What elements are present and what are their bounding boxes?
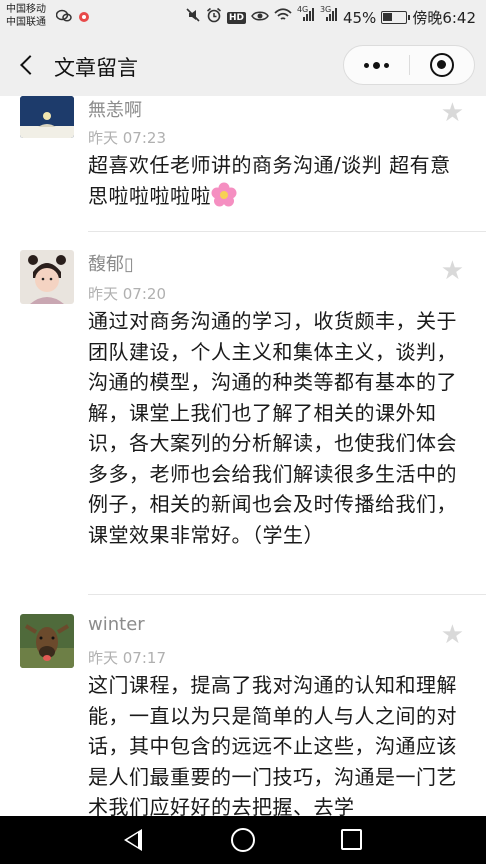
comment-author: 馥郁▯ bbox=[88, 254, 134, 275]
notification-icons bbox=[55, 9, 90, 28]
comment-divider bbox=[88, 231, 486, 232]
signal-1-label: 4G bbox=[296, 5, 309, 14]
chevron-left-icon bbox=[20, 55, 40, 75]
avatar[interactable] bbox=[20, 614, 74, 668]
nav-bar: 文章留言 bbox=[0, 34, 486, 96]
system-nav-bar bbox=[0, 816, 486, 864]
comment-list[interactable]: 無恙啊 ★ 昨天 07:23 超喜欢任老师讲的商务沟通/谈判 超有意思啦啦啦啦啦 bbox=[0, 96, 486, 816]
avatar[interactable] bbox=[20, 96, 74, 138]
like-star-icon[interactable]: ★ bbox=[441, 258, 464, 284]
wifi-icon bbox=[274, 8, 292, 27]
status-right: HD 4G 3G 45% 傍晚6:42 bbox=[185, 5, 476, 28]
flower-emoji-icon bbox=[211, 182, 237, 208]
eye-icon bbox=[251, 9, 269, 27]
comment-divider bbox=[88, 594, 486, 595]
carrier-2: 中国联通 bbox=[6, 17, 46, 28]
battery-percent: 45% bbox=[342, 8, 377, 27]
nav-home-icon[interactable] bbox=[231, 828, 255, 852]
nav-back-icon[interactable] bbox=[124, 829, 142, 851]
comment-author: winter bbox=[88, 614, 145, 635]
nav-recent-apps-icon[interactable] bbox=[341, 829, 362, 850]
comment-text: 这门课程，提高了我对沟通的认知和理解能，一直以为只是简单的人与人之间的对话，其中… bbox=[88, 673, 457, 816]
comment-time: 昨天 07:17 bbox=[88, 649, 166, 667]
avatar[interactable] bbox=[20, 250, 74, 304]
back-button[interactable] bbox=[12, 48, 42, 82]
signal-icon-2: 3G bbox=[320, 5, 338, 28]
miniprogram-capsule bbox=[343, 45, 475, 85]
more-dot-icon bbox=[373, 61, 380, 69]
battery-fill bbox=[383, 13, 393, 21]
carrier-1: 中国移动 bbox=[6, 4, 46, 15]
carrier-info: 中国移动 中国联通 bbox=[6, 3, 46, 29]
comment-text-body: 超喜欢任老师讲的商务沟通/谈判 超有意思啦啦啦啦啦 bbox=[88, 153, 451, 208]
signal-icon-1: 4G bbox=[297, 5, 315, 28]
signal-2-label: 3G bbox=[319, 5, 332, 14]
capsule-divider bbox=[409, 55, 410, 75]
like-star-icon[interactable]: ★ bbox=[441, 622, 464, 648]
mute-icon bbox=[185, 7, 201, 28]
comment-text: 通过对商务沟通的学习，收货颇丰，关于团队建设，个人主义和集体主义，谈判，沟通的模… bbox=[88, 309, 457, 547]
comment-author: 無恙啊 bbox=[88, 100, 142, 121]
comment-text: 超喜欢任老师讲的商务沟通/谈判 超有意思啦啦啦啦啦 bbox=[88, 150, 463, 211]
more-dot-icon bbox=[364, 62, 369, 68]
wechat-notification-icon bbox=[55, 9, 72, 28]
more-dot-icon bbox=[384, 62, 389, 68]
clock: 傍晚6:42 bbox=[412, 9, 476, 27]
hd-icon: HD bbox=[226, 11, 246, 24]
status-bar: 中国移动 中国联通 HD 4G 3G 45% 傍晚6:42 bbox=[0, 0, 486, 34]
close-miniprogram-button[interactable] bbox=[430, 53, 454, 77]
like-star-icon[interactable]: ★ bbox=[441, 100, 464, 126]
page-title: 文章留言 bbox=[54, 56, 138, 80]
comment-time: 昨天 07:20 bbox=[88, 285, 166, 303]
alarm-icon bbox=[206, 7, 222, 28]
comment-time: 昨天 07:23 bbox=[88, 129, 166, 147]
more-button[interactable] bbox=[344, 46, 409, 84]
weibo-notification-icon bbox=[78, 10, 90, 28]
battery-icon bbox=[381, 11, 411, 24]
